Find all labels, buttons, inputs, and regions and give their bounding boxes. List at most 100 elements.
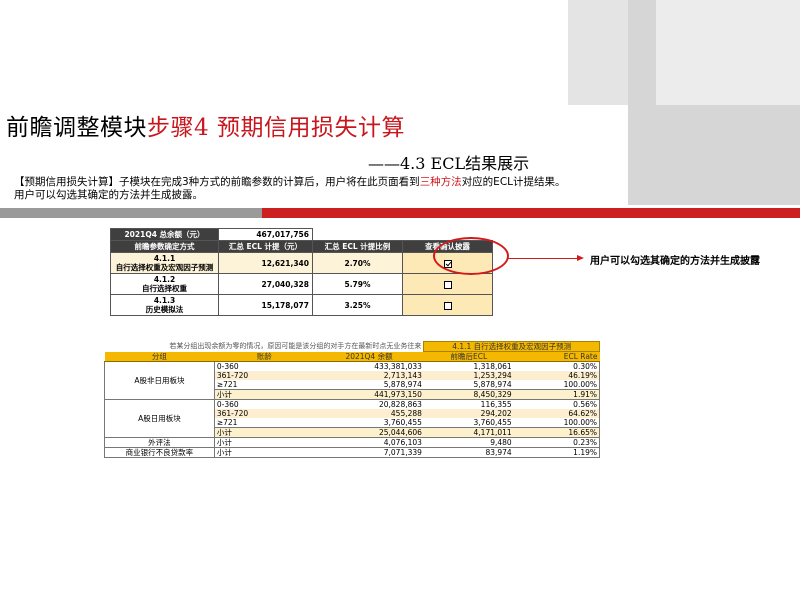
description-line: 用户可以勾选其确定的方法并生成披露。 (14, 189, 203, 201)
ecl-cell: 3,760,455 (473, 418, 512, 428)
table-row: A股非日用板块 0-360 433,381,033 1,318,061 0.30… (104, 360, 600, 401)
divider-stripe (262, 208, 800, 218)
description-line: 【预期信用损失计算】子模块在完成3种方式的前瞻参数的计算后，用户将在此页面看到三… (14, 176, 566, 189)
method-code: 4.1.3 (153, 296, 176, 305)
balance-cell: 4,076,103 (314, 437, 424, 449)
ecl-cell: 5,878,974 (473, 380, 512, 390)
balance-cell: 7,071,339 (314, 447, 424, 459)
table-row: 外评法 小计 4,076,103 9,480 0.23% (104, 437, 600, 449)
ecl-cell: 9,480 (423, 437, 514, 449)
age-cell: 0-360 (213, 399, 315, 410)
table-row: 商业银行不良贷款率 小计 7,071,339 83,974 1.19% (104, 447, 600, 459)
header-age: 账龄 (214, 351, 315, 362)
callout-text: 用户可以勾选其确定的方法并生成披露 (590, 256, 760, 267)
age-cell: 小计 (213, 389, 315, 401)
arrow-head-icon (577, 255, 584, 261)
balance-cell: 2,713,143 (314, 371, 424, 381)
description-text: 对应的ECL计提结果。 (461, 176, 566, 188)
ecl-cell: 1,253,294 (423, 371, 514, 381)
ecl-cell: 83,974 (423, 447, 514, 459)
ecl-value: 15,178,077 (218, 294, 313, 316)
header-ratio: 汇总 ECL 计提比例 (312, 240, 403, 253)
method-code: 4.1.1 (153, 254, 176, 263)
confirm-checkbox[interactable] (443, 280, 452, 289)
method-code: 4.1.2 (153, 275, 176, 284)
age-cell: 小计 (213, 447, 315, 459)
rate-cell: 0.56% (513, 399, 600, 410)
balance-cell: 25,044,606 (314, 427, 424, 439)
ecl-cell: 8,450,329 (423, 389, 514, 401)
rate-cell: 1.19% (513, 447, 600, 459)
description-highlight: 三种方法 (419, 176, 462, 188)
balance-cell: 20,828,863 (378, 400, 422, 410)
ecl-value: 12,621,340 (218, 252, 313, 274)
slide-title: 前瞻调整模块步骤4 预期信用损失计算 (6, 108, 405, 142)
slide-subtitle: ——4.3 ECL结果展示 (368, 154, 530, 173)
confirm-checkbox[interactable] (443, 301, 452, 310)
highlight-ellipse (433, 237, 509, 275)
callout-arrow (508, 258, 580, 259)
total-balance-label: 2021Q4 总余额（元） (110, 228, 219, 241)
ecl-ratio: 3.25% (312, 294, 403, 316)
balance-cell: 5,878,974 (383, 380, 422, 390)
ecl-summary-table: 2021Q4 总余额（元） 467,017,756 前瞻参数确定方式 汇总 EC… (110, 228, 493, 316)
header-group: 分组 (104, 351, 215, 362)
group-label: 商业银行不良贷款率 (104, 447, 215, 459)
balance-cell: 455,288 (314, 409, 424, 419)
group-label: A股日用板块 (104, 399, 215, 439)
ecl-cell: 4,171,011 (423, 427, 514, 439)
ecl-ratio: 5.79% (312, 273, 403, 295)
decor-block (656, 0, 800, 105)
ecl-cell: 116,355 (480, 400, 512, 410)
balance-cell: 433,381,033 (374, 362, 422, 371)
method-name: 4.1.3 历史模拟法 (110, 294, 219, 316)
header-ecl: 汇总 ECL 计提（元） (218, 240, 313, 253)
balance-cell: 441,973,150 (314, 389, 424, 401)
rate-cell: 0.23% (513, 437, 600, 449)
method-label: 自行选择权重 (142, 284, 187, 293)
age-cell: 0-360 (213, 361, 315, 371)
age-cell: 小计 (213, 427, 315, 439)
ecl-ratio: 2.70% (312, 252, 403, 274)
age-cell: 361-720 (213, 371, 315, 381)
rate-cell: 46.19% (513, 371, 600, 381)
rate-cell: 100.00% (513, 380, 600, 390)
ecl-detail-table: 若某分组出现余额为零的情况，原因可能是该分组的对手方在最新时点无业务往来 4.1… (104, 341, 600, 459)
age-cell: 小计 (213, 437, 315, 449)
method-label: 历史模拟法 (145, 305, 184, 314)
rate-cell: 64.62% (513, 409, 600, 419)
header-method: 前瞻参数确定方式 (110, 240, 219, 253)
summary-row: 4.1.3 历史模拟法 15,178,077 3.25% (110, 294, 493, 316)
method-band: 4.1.1 自行选择权重及宏观因子预测 (423, 341, 600, 352)
rate-cell: 16.65% (513, 427, 600, 439)
divider-stripe (0, 208, 262, 218)
confirm-cell (402, 273, 493, 295)
note-row: 若某分组出现余额为零的情况，原因可能是该分组的对手方在最新时点无业务往来 4.1… (105, 341, 600, 352)
table-row: A股日用板块 0-360 20,828,863 116,355 0.56% (104, 399, 600, 439)
method-label: 自行选择权重及宏观因子预测 (115, 263, 214, 272)
method-name: 4.1.2 自行选择权重 (110, 273, 219, 295)
title-main: 前瞻调整模块 (6, 115, 147, 141)
method-name: 4.1.1 自行选择权重及宏观因子预测 (110, 252, 219, 274)
header-rate: ECL Rate (513, 351, 600, 362)
description-text: 【预期信用损失计算】子模块在完成3种方式的前瞻参数的计算后，用户将在此页面看到 (14, 176, 420, 188)
balance-cell: 3,760,455 (383, 418, 422, 428)
age-cell: ≥721 (213, 418, 315, 428)
slide: 前瞻调整模块步骤4 预期信用损失计算 ——4.3 ECL结果展示 【预期信用损失… (0, 0, 800, 600)
detail-header-row: 分组 账龄 2021Q4 余额 前瞻后ECL ECL Rate (104, 351, 600, 362)
rate-cell: 1.91% (513, 389, 600, 401)
header-ecl: 前瞻后ECL (423, 351, 514, 362)
group-label: A股非日用板块 (104, 360, 215, 401)
ecl-value: 27,040,328 (218, 273, 313, 295)
description: 【预期信用损失计算】子模块在完成3种方式的前瞻参数的计算后，用户将在此页面看到三… (14, 176, 566, 202)
header-balance: 2021Q4 余额 (314, 351, 424, 362)
table-note: 若某分组出现余额为零的情况，原因可能是该分组的对手方在最新时点无业务往来 (169, 342, 422, 350)
ecl-cell: 1,318,061 (473, 362, 512, 371)
ecl-cell: 294,202 (423, 409, 514, 419)
rate-cell: 0.30% (513, 361, 600, 371)
age-cell: ≥721 (213, 380, 315, 390)
summary-row: 4.1.2 自行选择权重 27,040,328 5.79% (110, 273, 493, 295)
total-balance-row: 2021Q4 总余额（元） 467,017,756 (110, 228, 493, 241)
confirm-cell (402, 294, 493, 316)
rate-cell: 100.00% (513, 418, 600, 428)
